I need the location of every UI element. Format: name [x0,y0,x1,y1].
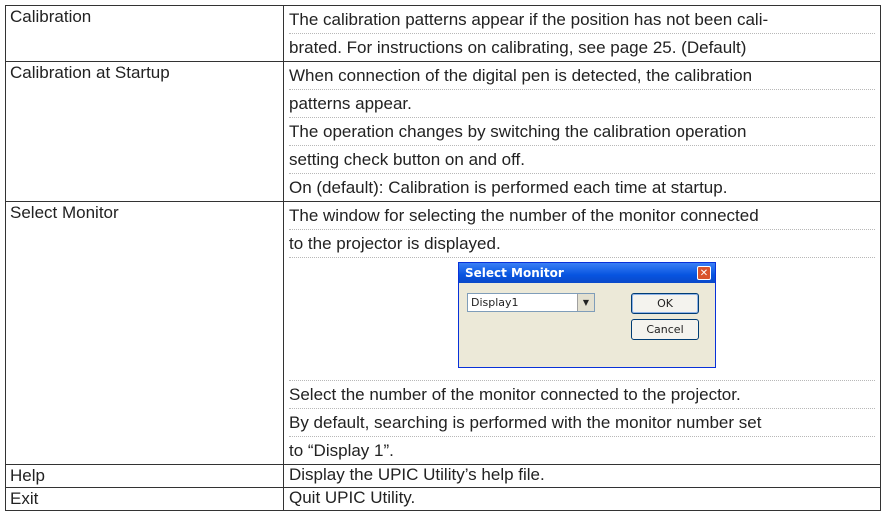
description-select-monitor: The window for selecting the number of t… [283,201,881,465]
dialog-title-bar: Select Monitor ✕ [459,263,715,283]
dialog-title: Select Monitor [465,266,564,280]
description-line: to the projector is displayed. [289,230,875,258]
cancel-button[interactable]: Cancel [631,319,699,340]
term-select-monitor: Select Monitor [5,201,284,465]
description-help: Display the UPIC Utility’s help file. [283,464,881,488]
term-calibration-at-startup: Calibration at Startup [5,61,284,202]
description-line: When connection of the digital pen is de… [289,62,875,90]
description-line: By default, searching is performed with … [289,409,875,437]
table-row: Calibration at Startup When connection o… [5,61,881,202]
description-line: Quit UPIC Utility. [289,488,416,507]
description-line: The operation changes by switching the c… [289,118,875,146]
term-exit: Exit [5,487,284,511]
dialog-screenshot: Select Monitor ✕ Display1 ▼ OK Cancel [289,258,875,381]
table-row: Calibration The calibration patterns app… [5,5,881,62]
description-line: to “Display 1”. [289,441,394,460]
description-calibration: The calibration patterns appear if the p… [283,5,881,62]
description-line: brated. For instructions on calibrating,… [289,38,747,57]
close-icon[interactable]: ✕ [697,266,711,280]
term-help: Help [5,464,284,488]
table-row: Help Display the UPIC Utility’s help fil… [5,464,881,488]
chevron-down-icon[interactable]: ▼ [577,294,594,311]
monitor-select-value: Display1 [471,296,519,309]
description-line: On (default): Calibration is performed e… [289,178,728,197]
ok-button[interactable]: OK [631,293,699,314]
description-line: Select the number of the monitor connect… [289,381,875,409]
description-line: The window for selecting the number of t… [289,202,875,230]
description-line: setting check button on and off. [289,146,875,174]
description-line: patterns appear. [289,90,875,118]
table-row: Exit Quit UPIC Utility. [5,487,881,511]
description-calibration-at-startup: When connection of the digital pen is de… [283,61,881,202]
description-exit: Quit UPIC Utility. [283,487,881,511]
settings-table: Calibration The calibration patterns app… [5,5,881,511]
select-monitor-dialog: Select Monitor ✕ Display1 ▼ OK Cancel [458,262,716,368]
description-line: Display the UPIC Utility’s help file. [289,465,545,484]
description-line: The calibration patterns appear if the p… [289,6,875,34]
table-row: Select Monitor The window for selecting … [5,201,881,465]
term-calibration: Calibration [5,5,284,62]
monitor-select[interactable]: Display1 ▼ [467,293,595,312]
